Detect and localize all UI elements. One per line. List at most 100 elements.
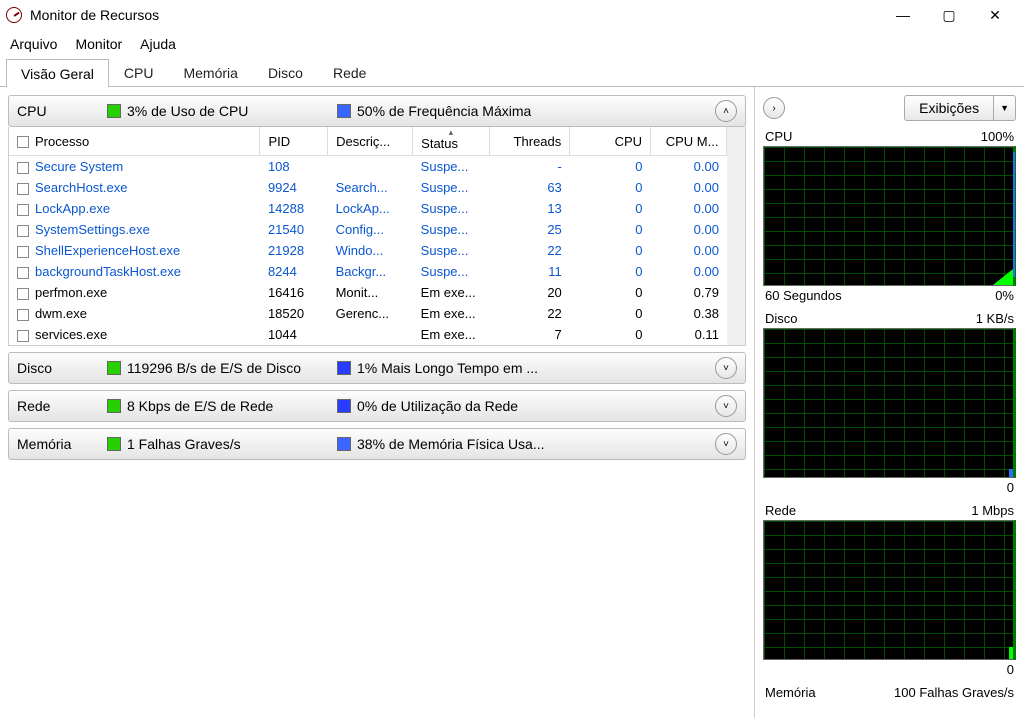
swatch-green-icon [107,399,121,413]
net-util-stat: 0% de Utilização da Rede [357,398,518,414]
cpu-usage-stat: 3% de Uso de CPU [127,103,248,119]
section-label-memory: Memória [17,436,107,452]
chart-title: CPU [765,129,792,144]
chevron-right-icon: › [772,103,775,114]
chart-max: 1 KB/s [976,311,1014,326]
tab-memory[interactable]: Memória [168,58,252,86]
col-status[interactable]: ▴Status [413,127,489,156]
chart-max: 100 Falhas Graves/s [894,685,1014,700]
section-label-network: Rede [17,398,107,414]
tab-network[interactable]: Rede [318,58,381,86]
dropdown-icon[interactable]: ▼ [993,96,1015,120]
chart-xlabel: 60 Segundos [765,288,842,303]
col-cpu[interactable]: CPU [570,127,651,156]
expand-button[interactable]: ˅ [715,357,737,379]
process-table: Processo PID Descriç... ▴Status Threads … [8,127,746,346]
net-io-stat: 8 Kbps de E/S de Rede [127,398,273,414]
table-row[interactable]: backgroundTaskHost.exe8244Backgr...Suspe… [9,261,727,282]
chevron-down-icon: ˅ [723,401,729,412]
col-process[interactable]: Processo [9,127,260,156]
table-row[interactable]: perfmon.exe16416Monit...Em exe...2000.79 [9,282,727,303]
table-row[interactable]: dwm.exe18520Gerenc...Em exe...2200.38 [9,303,727,324]
menu-monitor[interactable]: Monitor [75,36,122,52]
col-pid[interactable]: PID [260,127,328,156]
disk-io-stat: 119296 B/s de E/S de Disco [127,360,301,376]
table-row[interactable]: SystemSettings.exe21540Config...Suspe...… [9,219,727,240]
chart-network: Rede 1 Mbps 0 [763,503,1016,681]
table-row[interactable]: Secure System108Suspe...-00.00 [9,156,727,178]
section-header-memory[interactable]: Memória 1 Falhas Graves/s 38% de Memória… [8,428,746,460]
chart-max: 1 Mbps [971,503,1014,518]
swatch-green-icon [107,104,121,118]
disk-time-stat: 1% Mais Longo Tempo em ... [357,360,538,376]
mem-faults-stat: 1 Falhas Graves/s [127,436,241,452]
col-cpumem[interactable]: CPU M... [651,127,727,156]
section-header-disk[interactable]: Disco 119296 B/s de E/S de Disco 1% Mais… [8,352,746,384]
chart-disk: Disco 1 KB/s 0 [763,311,1016,499]
chevron-down-icon: ˅ [723,363,729,374]
chart-cpu: CPU 100% 60 Segundos 0% [763,129,1016,307]
table-row[interactable]: SearchHost.exe9924Search...Suspe...6300.… [9,177,727,198]
swatch-blue-icon [337,399,351,413]
section-label-cpu: CPU [17,103,107,119]
collapse-charts-button[interactable]: › [763,97,785,119]
table-row[interactable]: ShellExperienceHost.exe21928Windo...Susp… [9,240,727,261]
row-checkbox[interactable] [17,162,29,174]
title-bar: Monitor de Recursos — ▢ ✕ [0,0,1024,30]
table-row[interactable]: services.exe1044Em exe...700.11 [9,324,727,345]
chart-min: 0% [995,288,1014,303]
select-all-checkbox[interactable] [17,136,29,148]
expand-button[interactable]: ˅ [715,395,737,417]
row-checkbox[interactable] [17,309,29,321]
table-header-row: Processo PID Descriç... ▴Status Threads … [9,127,727,156]
views-button[interactable]: Exibições ▼ [904,95,1016,121]
maximize-button[interactable]: ▢ [926,0,972,30]
scrollbar[interactable] [727,127,745,345]
tab-cpu[interactable]: CPU [109,58,169,86]
table-row[interactable]: LockApp.exe14288LockAp...Suspe...1300.00 [9,198,727,219]
section-label-disk: Disco [17,360,107,376]
chart-max: 100% [981,129,1014,144]
expand-button[interactable]: ˅ [715,433,737,455]
col-threads[interactable]: Threads [489,127,570,156]
chart-canvas [763,146,1016,286]
col-desc[interactable]: Descriç... [328,127,413,156]
row-checkbox[interactable] [17,288,29,300]
cpu-freq-stat: 50% de Frequência Máxima [357,103,531,119]
chevron-down-icon: ˅ [723,439,729,450]
minimize-button[interactable]: — [880,0,926,30]
menu-file[interactable]: Arquivo [10,36,57,52]
tab-overview[interactable]: Visão Geral [6,59,109,87]
chart-line-green [983,265,1013,285]
row-checkbox[interactable] [17,225,29,237]
close-button[interactable]: ✕ [972,0,1018,30]
chart-min: 0 [1007,480,1014,495]
chart-title: Rede [765,503,796,518]
tab-disk[interactable]: Disco [253,58,318,86]
chevron-up-icon: ˄ [723,106,729,117]
collapse-button[interactable]: ˄ [715,100,737,122]
row-checkbox[interactable] [17,330,29,342]
chart-title: Memória [765,685,816,700]
row-checkbox[interactable] [17,267,29,279]
section-header-cpu[interactable]: CPU 3% de Uso de CPU 50% de Frequência M… [8,95,746,127]
swatch-green-icon [107,361,121,375]
row-checkbox[interactable] [17,246,29,258]
chart-line-green [1009,647,1013,659]
menu-bar: Arquivo Monitor Ajuda [0,30,1024,58]
chart-title: Disco [765,311,798,326]
row-checkbox[interactable] [17,183,29,195]
mem-used-stat: 38% de Memória Física Usa... [357,436,545,452]
menu-help[interactable]: Ajuda [140,36,176,52]
app-icon [6,7,22,23]
section-header-network[interactable]: Rede 8 Kbps de E/S de Rede 0% de Utiliza… [8,390,746,422]
swatch-blue-icon [337,437,351,451]
views-label: Exibições [905,100,993,116]
chart-memory: Memória 100 Falhas Graves/s [763,685,1016,700]
swatch-blue-icon [337,104,351,118]
window-title: Monitor de Recursos [30,7,159,23]
chart-canvas [763,520,1016,660]
swatch-blue-icon [337,361,351,375]
row-checkbox[interactable] [17,204,29,216]
chart-min: 0 [1007,662,1014,677]
